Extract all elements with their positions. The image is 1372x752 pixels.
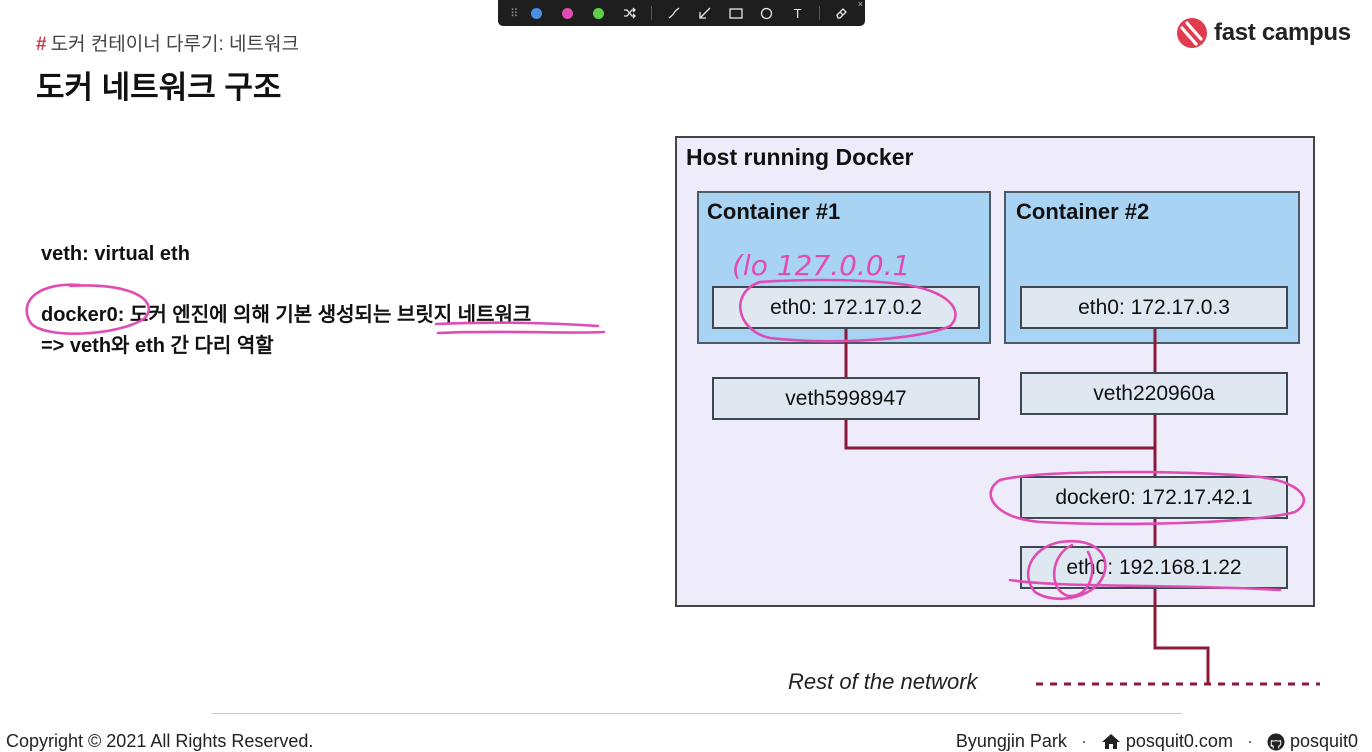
link-veth1-bridge — [844, 420, 1155, 450]
footer-separator: · — [1080, 731, 1087, 751]
host-eth0: eth0: 192.168.1.22 — [1020, 546, 1288, 589]
veth-container-2: veth220960a — [1020, 372, 1288, 415]
home-icon — [1101, 734, 1120, 749]
github-link[interactable]: posquit0 — [1290, 731, 1358, 752]
veth-container-1: veth5998947 — [712, 377, 980, 420]
website-link[interactable]: posquit0.com — [1126, 731, 1233, 752]
copyright: Copyright © 2021 All Rights Reserved. — [6, 731, 314, 751]
github-icon — [1267, 733, 1285, 750]
container-1-eth0: eth0: 172.17.0.2 — [712, 286, 980, 329]
docker0-bridge: docker0: 172.17.42.1 — [1020, 476, 1288, 519]
footer-separator: · — [1246, 731, 1253, 751]
container-2-eth0: eth0: 172.17.0.3 — [1020, 286, 1288, 329]
footer-credits: Byungjin Park · posquit0.com · posquit0 — [956, 731, 1358, 752]
link-eth0-network — [1153, 589, 1210, 684]
footer-divider — [212, 713, 1182, 714]
rest-of-network-label: Rest of the network — [788, 669, 978, 694]
author-name: Byungjin Park — [955, 731, 1067, 751]
